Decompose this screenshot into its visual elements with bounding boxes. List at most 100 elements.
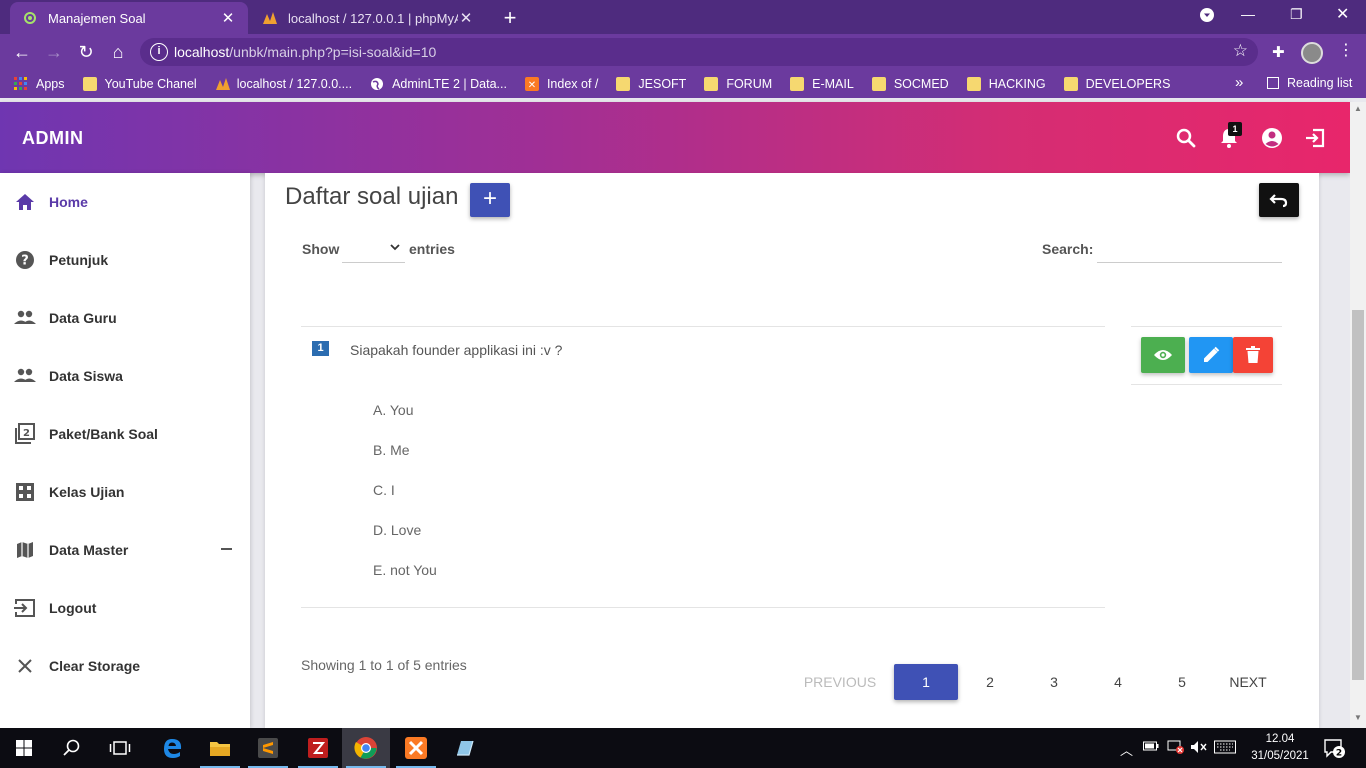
home-browser-icon[interactable]: ⌂ (106, 40, 130, 64)
search-label: Search: (1042, 241, 1094, 257)
question-number-badge: 1 (312, 341, 329, 356)
reload-icon[interactable]: ↻ (74, 40, 98, 64)
pagination-page-5[interactable]: 5 (1150, 664, 1214, 700)
pagination-page-1[interactable]: 1 (894, 664, 958, 700)
help-icon: ? (14, 249, 36, 271)
system-clock[interactable]: 12.04 31/05/2021 (1248, 731, 1312, 765)
sidebar-item-data-guru[interactable]: Data Guru (0, 298, 250, 338)
notification-count-badge: 1 (1228, 122, 1242, 136)
scroll-up-icon[interactable]: ▲ (1350, 104, 1366, 118)
folder-icon (616, 77, 631, 91)
pagination-page-3[interactable]: 3 (1022, 664, 1086, 700)
reading-list-button[interactable]: Reading list (1267, 76, 1352, 90)
forward-arrow-icon[interactable]: → (42, 40, 66, 64)
bookmark-folder[interactable]: YouTube Chanel (82, 77, 197, 91)
bookmark-folder[interactable]: FORUM (704, 77, 772, 91)
task-view-icon[interactable] (96, 728, 144, 768)
sidebar-item-logout[interactable]: Logout (0, 588, 250, 628)
filezilla-icon[interactable] (294, 728, 342, 768)
bookmark-label: DEVELOPERS (1085, 77, 1171, 91)
pagination-previous[interactable]: PREVIOUS (799, 664, 881, 700)
notepad-icon[interactable] (440, 728, 488, 768)
folder-icon (1063, 77, 1078, 91)
url-text: localhost/unbk/main.php?p=isi-soal&id=10 (174, 44, 437, 60)
xampp-taskbar-icon[interactable] (392, 728, 440, 768)
pagination-page-4[interactable]: 4 (1086, 664, 1150, 700)
browser-tab-strip: Manajemen Soal ✕ localhost / 127.0.0.1 |… (0, 0, 1366, 34)
bookmark-link[interactable]: ✕ Index of / (524, 77, 598, 91)
exit-to-app-icon[interactable] (1303, 126, 1327, 150)
browser-tab-active[interactable]: Manajemen Soal ✕ (10, 2, 248, 34)
close-window-icon[interactable]: ✕ (1336, 4, 1349, 24)
view-button[interactable] (1141, 337, 1185, 373)
keyboard-icon[interactable] (1214, 740, 1236, 757)
search-icon[interactable] (1174, 126, 1198, 150)
profile-avatar[interactable] (1301, 42, 1323, 64)
more-bookmarks-chevron[interactable]: » (1235, 74, 1243, 91)
page-scrollbar-thumb[interactable] (1352, 310, 1364, 680)
bookmark-folder[interactable]: JESOFT (616, 77, 686, 91)
bookmark-folder[interactable]: HACKING (966, 77, 1046, 91)
close-tab-icon[interactable]: ✕ (458, 9, 474, 27)
sidebar-item-paket-bank-soal[interactable]: 2 Paket/Bank Soal (0, 414, 250, 454)
close-icon (14, 655, 36, 677)
question-text: Siapakah founder applikasi ini :v ? (350, 342, 563, 358)
browser-tab[interactable]: localhost / 127.0.0.1 | phpMyAdmin ✕ (250, 2, 486, 34)
bookmark-link[interactable]: AdminLTE 2 | Data... (370, 77, 507, 91)
folder-icon (704, 77, 719, 91)
windows-start-icon[interactable] (0, 728, 48, 768)
collapse-icon[interactable] (221, 548, 232, 550)
sidebar-item-label: Kelas Ujian (49, 484, 125, 500)
entries-label: entries (409, 241, 455, 257)
delete-button[interactable] (1233, 337, 1273, 373)
bookmark-folder[interactable]: E-MAIL (790, 77, 854, 91)
sidebar-item-petunjuk[interactable]: ? Petunjuk (0, 240, 250, 280)
bookmark-star-icon[interactable]: ☆ (1233, 41, 1248, 61)
sublime-text-icon[interactable] (244, 728, 292, 768)
back-arrow-icon[interactable]: ← (10, 40, 34, 64)
entries-per-page-select[interactable] (342, 235, 405, 263)
extensions-puzzle-icon[interactable]: ✚ (1272, 43, 1285, 61)
tray-chevron-icon[interactable]: ︿ (1120, 740, 1133, 759)
sidebar-item-kelas-ujian[interactable]: Kelas Ujian (0, 472, 250, 512)
minimize-icon[interactable]: — (1241, 6, 1255, 22)
row-divider (301, 326, 1105, 327)
new-tab-icon[interactable]: + (498, 5, 522, 31)
maximize-icon[interactable]: ❐ (1290, 6, 1303, 23)
browser-toolbar: ← → ↻ ⌂ i localhost/unbk/main.php?p=isi-… (0, 34, 1366, 70)
bookmark-folder[interactable]: DEVELOPERS (1063, 77, 1171, 91)
sidebar-item-clear-storage[interactable]: Clear Storage (0, 646, 250, 686)
address-bar[interactable]: i localhost/unbk/main.php?p=isi-soal&id=… (140, 38, 1258, 66)
bookmark-folder[interactable]: SOCMED (871, 77, 949, 91)
bookmark-link[interactable]: localhost / 127.0.0.... (215, 77, 352, 91)
chrome-icon[interactable] (342, 728, 390, 768)
edit-button[interactable] (1189, 337, 1233, 373)
sidebar-item-home[interactable]: Home (0, 182, 250, 222)
volume-muted-icon[interactable] (1190, 740, 1208, 757)
pagination-next[interactable]: NEXT (1220, 664, 1276, 700)
sidebar-item-data-siswa[interactable]: Data Siswa (0, 356, 250, 396)
account-circle-icon[interactable] (1260, 126, 1284, 150)
row-divider (1131, 326, 1282, 327)
file-explorer-icon[interactable] (196, 728, 244, 768)
sidebar-item-data-master[interactable]: Data Master (0, 530, 250, 570)
bookmark-apps[interactable]: Apps (14, 77, 65, 91)
network-error-icon[interactable] (1167, 740, 1185, 757)
tab-search-icon[interactable] (1200, 8, 1214, 25)
scroll-down-icon[interactable]: ▼ (1350, 713, 1366, 727)
add-question-button[interactable]: + (470, 183, 510, 217)
brand-title: ADMIN (22, 128, 84, 148)
bookmark-label: YouTube Chanel (104, 77, 197, 91)
close-tab-icon[interactable]: ✕ (220, 9, 236, 27)
search-input[interactable] (1097, 235, 1282, 263)
site-info-icon[interactable]: i (150, 43, 168, 61)
bookmark-label: AdminLTE 2 | Data... (392, 77, 507, 91)
apps-grid-icon (14, 77, 28, 91)
battery-icon[interactable] (1143, 740, 1159, 755)
browser-menu-icon[interactable]: ⋮ (1338, 40, 1354, 60)
pagination-page-2[interactable]: 2 (958, 664, 1022, 700)
edge-browser-icon[interactable] (148, 728, 196, 768)
search-taskbar-icon[interactable] (48, 728, 96, 768)
back-button[interactable] (1259, 183, 1299, 217)
action-center-icon[interactable]: 2 (1323, 738, 1345, 759)
